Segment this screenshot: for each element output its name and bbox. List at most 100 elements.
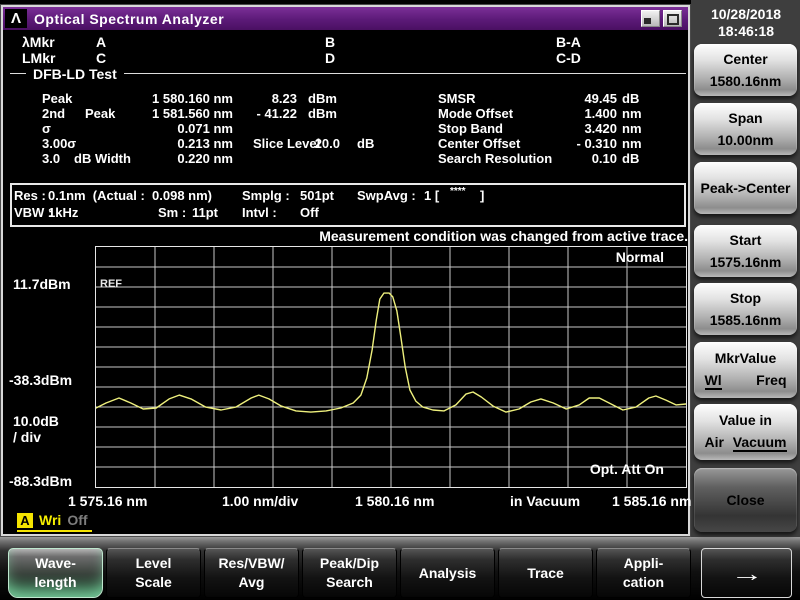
x-axis-medium-label: in Vacuum: [510, 493, 581, 509]
analysis-value: 49.45: [584, 91, 617, 106]
analysis-row-center-offset: Center Offset - 0.310 nm: [0, 136, 690, 151]
res-value: 0.1nm (Actual : 0.098 nm): [48, 188, 212, 203]
analysis-unit: nm: [622, 136, 642, 151]
y-axis-mid-label: -38.3dBm: [9, 372, 73, 388]
maximize-icon: [667, 14, 679, 25]
menu-label2: cation: [622, 574, 665, 590]
right-arrow-icon: →: [730, 560, 763, 586]
analysis-unit: dB: [622, 151, 640, 166]
trace-off-label: Off: [67, 512, 88, 528]
maximize-button[interactable]: [663, 10, 682, 27]
osa-screen: Λ Optical Spectrum Analyzer 10/28/2018 1…: [0, 0, 800, 600]
analysis-row-mode-offset: Mode Offset 1.400 nm: [0, 106, 690, 121]
analysis-unit: nm: [622, 121, 642, 136]
start-button[interactable]: Start 1575.16nm: [694, 225, 797, 277]
x-axis-stop-label: 1 585.16 nm: [612, 493, 692, 509]
sweep-row-1: Res : 0.1nm (Actual : 0.098 nm) Smplg : …: [12, 186, 684, 204]
menu-label: Wave-: [35, 555, 76, 571]
intvl-value: Off: [300, 205, 319, 220]
anritsu-logo-icon: Λ: [5, 9, 27, 28]
option-air[interactable]: Air: [705, 435, 724, 452]
level-marker-row: LMkr C D C-D: [0, 50, 690, 66]
trace-write-mode-label: Wri: [39, 512, 62, 528]
button-value: 10.00nm: [717, 132, 774, 148]
button-label: Start: [729, 232, 762, 248]
stop-button[interactable]: Stop 1585.16nm: [694, 283, 797, 335]
peak-to-center-button[interactable]: Peak->Center: [694, 162, 797, 214]
sweep-settings-box: Res : 0.1nm (Actual : 0.098 nm) Smplg : …: [10, 183, 686, 227]
analysis-value: 0.10: [591, 151, 617, 166]
button-label: Peak->Center: [700, 180, 791, 196]
menu-label: Peak/Dip: [319, 555, 380, 571]
window-controls: [641, 10, 682, 27]
button-label: Center: [723, 51, 768, 67]
button-label: Close: [726, 492, 765, 508]
test-title-divider: DFB-LD Test: [10, 65, 686, 82]
vbw-label: VBW :: [14, 205, 53, 220]
marker-ba-label: B-A: [556, 34, 581, 50]
test-title: DFB-LD Test: [33, 65, 117, 82]
analysis-value: 3.420: [584, 121, 617, 136]
swpavg-stars: ****: [450, 186, 466, 197]
menu-label2: Scale: [135, 574, 172, 590]
logo-glyph: Λ: [10, 10, 21, 27]
menu-label2: Search: [326, 574, 373, 590]
menu-peak-dip-search-button[interactable]: Peak/Dip Search: [302, 548, 397, 598]
wavelength-marker-row: λMkr A B B-A: [0, 34, 690, 50]
smplg-value: 501pt: [300, 188, 334, 203]
swpavg-value: 1 [: [424, 188, 440, 203]
menu-label: Analysis: [418, 564, 477, 581]
ref-level-label: REF: [100, 278, 122, 290]
analysis-label: SMSR: [438, 91, 476, 106]
spectrum-plot-canvas: [96, 247, 686, 487]
menu-application-button[interactable]: Appli- cation: [596, 548, 691, 598]
close-button[interactable]: Close: [694, 468, 797, 532]
lambda-marker-label: λMkr: [22, 34, 55, 50]
option-vacuum[interactable]: Vacuum: [732, 435, 787, 452]
marker-value-button[interactable]: MkrValue Wl Freq: [694, 342, 797, 398]
x-axis-div-label: 1.00 nm/div: [222, 493, 299, 509]
analysis-row-stop-band: Stop Band 3.420 nm: [0, 121, 690, 136]
menu-label: Res/VBW/: [218, 555, 285, 571]
x-axis-start-label: 1 575.16 nm: [68, 493, 148, 509]
sweep-row-2: VBW : 1kHz Sm : 11pt Intvl : Off: [12, 205, 684, 221]
analysis-unit: nm: [622, 106, 642, 121]
button-label: Span: [728, 110, 763, 126]
trace-warning-message: Measurement condition was changed from a…: [319, 228, 688, 244]
option-frequency[interactable]: Freq: [756, 373, 786, 390]
menu-wavelength-button[interactable]: Wave- length: [8, 548, 103, 598]
menu-analysis-button[interactable]: Analysis: [400, 548, 495, 598]
marker-c-label: C: [96, 50, 107, 66]
divider-fill: [123, 73, 686, 74]
res-label: Res :: [14, 188, 46, 203]
analysis-value: 1.400: [584, 106, 617, 121]
menu-label: Appli-: [623, 555, 664, 571]
menu-res-vbw-avg-button[interactable]: Res/VBW/ Avg: [204, 548, 299, 598]
analysis-value: - 0.310: [576, 136, 617, 151]
analysis-label: Center Offset: [438, 136, 521, 151]
button-label: Stop: [729, 290, 762, 306]
button-value: 1580.16nm: [709, 73, 782, 89]
minimize-icon: [644, 18, 651, 24]
vbw-value: 1kHz: [48, 205, 79, 220]
value-in-button[interactable]: Value in Air Vacuum: [694, 404, 797, 460]
menu-more-button[interactable]: →: [701, 548, 792, 598]
button-value: 1585.16nm: [709, 312, 782, 328]
swpavg-bracket: ]: [480, 188, 485, 203]
trace-a-badge: A: [17, 512, 33, 528]
span-button[interactable]: Span 10.00nm: [694, 103, 797, 155]
menu-level-scale-button[interactable]: Level Scale: [106, 548, 201, 598]
minimize-button[interactable]: [641, 10, 660, 27]
menu-trace-button[interactable]: Trace: [498, 548, 593, 598]
marker-value-options: Wl Freq: [704, 373, 787, 390]
x-axis-center-label: 1 580.16 nm: [355, 493, 435, 509]
time-text: 18:46:18: [717, 23, 775, 39]
button-value: 1575.16nm: [709, 254, 782, 270]
y-axis-scale-label: 10.0dB: [13, 413, 59, 429]
swpavg-label: SwpAvg :: [357, 188, 416, 203]
sm-value: 11pt: [192, 205, 219, 220]
level-marker-label: LMkr: [22, 50, 56, 66]
center-button[interactable]: Center 1580.16nm: [694, 44, 797, 96]
date-text: 10/28/2018: [710, 6, 782, 22]
option-wavelength[interactable]: Wl: [704, 373, 722, 390]
